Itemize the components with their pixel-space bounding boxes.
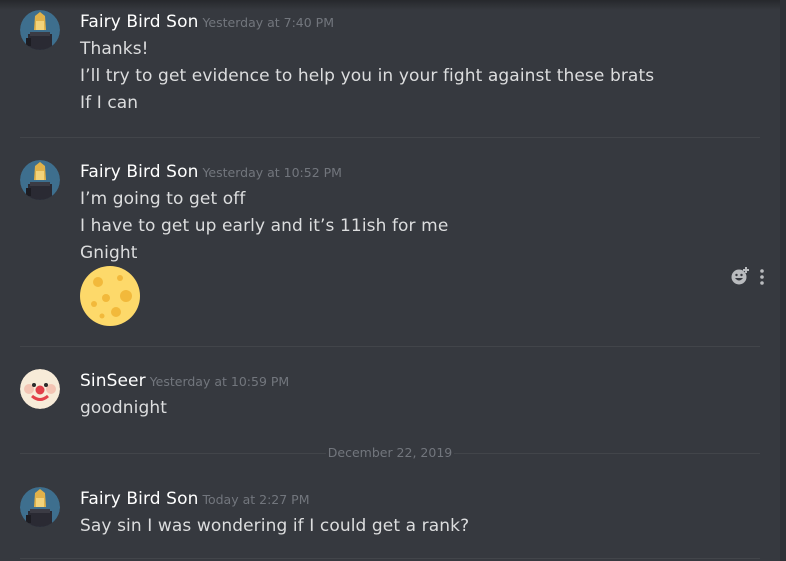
message-text: Gnight <box>80 243 138 263</box>
message-text: Thanks! <box>80 39 149 59</box>
username[interactable]: Fairy Bird Son <box>80 489 198 509</box>
message-text: I have to get up early and it’s 11ish fo… <box>80 216 449 236</box>
message-text: If I can <box>80 93 139 113</box>
message-actions <box>730 266 770 286</box>
avatar[interactable] <box>20 160 60 200</box>
timestamp: Yesterday at 10:52 PM <box>202 165 342 180</box>
message-divider <box>20 346 760 347</box>
more-options-icon[interactable] <box>756 266 768 286</box>
avatar[interactable] <box>20 10 60 50</box>
message-divider <box>20 137 760 138</box>
add-reaction-icon[interactable] <box>730 266 752 286</box>
date-divider-label: December 22, 2019 <box>326 444 454 462</box>
message-text: I’m going to get off <box>80 189 246 209</box>
message-divider <box>20 558 760 559</box>
message-header: Fairy Bird Son Yesterday at 10:52 PM <box>80 162 342 182</box>
avatar[interactable] <box>20 487 60 527</box>
message-text: goodnight <box>80 398 168 418</box>
message-header: Fairy Bird Son Yesterday at 7:40 PM <box>80 12 334 32</box>
top-shadow <box>0 0 786 10</box>
scrollbar[interactable] <box>780 0 786 561</box>
full-moon-emoji <box>80 266 140 326</box>
message-text: Say sin I was wondering if I could get a… <box>80 516 470 536</box>
message-text: I’ll try to get evidence to help you in … <box>80 66 655 86</box>
message-header: SinSeer Yesterday at 10:59 PM <box>80 371 289 391</box>
username[interactable]: Fairy Bird Son <box>80 162 198 182</box>
chat-messages-pane: Fairy Bird Son Yesterday at 7:40 PM Thank… <box>0 0 786 561</box>
timestamp: Today at 2:27 PM <box>202 492 310 507</box>
avatar[interactable] <box>20 369 60 409</box>
message-header: Fairy Bird Son Today at 2:27 PM <box>80 489 309 509</box>
timestamp: Yesterday at 7:40 PM <box>202 15 335 30</box>
username[interactable]: SinSeer <box>80 371 146 391</box>
timestamp: Yesterday at 10:59 PM <box>149 374 290 389</box>
username[interactable]: Fairy Bird Son <box>80 12 198 32</box>
